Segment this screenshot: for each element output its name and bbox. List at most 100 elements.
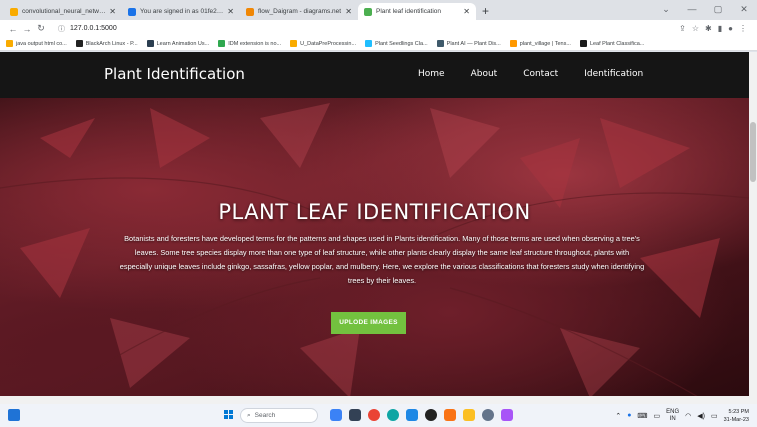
copilot-icon[interactable]: [330, 409, 342, 421]
browser-tab[interactable]: convolutional_neural_network.ip ✕: [4, 3, 122, 20]
site-brand[interactable]: Plant Identification: [104, 65, 245, 83]
browser-tab-strip: convolutional_neural_network.ip ✕ You ar…: [0, 0, 757, 20]
os-taskbar: ⌕ Search ⌃ ● ⌨ ▭ ENG IN ◠ ◀) ▭ 5:23 PM 3…: [0, 404, 757, 427]
site-navbar: Plant Identification Home About Contact …: [0, 52, 749, 98]
close-window-icon[interactable]: ✕: [731, 0, 757, 20]
maximize-icon[interactable]: ▢: [705, 0, 731, 20]
leaf-icon: [364, 7, 372, 16]
obs-icon[interactable]: [425, 409, 437, 421]
upload-images-button[interactable]: UPLODE IMAGES: [331, 312, 406, 334]
language-indicator[interactable]: ENG IN: [666, 409, 679, 423]
menu-icon[interactable]: ⋮: [739, 24, 747, 33]
tab-title: flow_Daigram - diagrams.net: [258, 8, 342, 15]
browser-toolbar: ← → ↻ ⓘ 127.0.0.1:5000 ⇪ ☆ ✱ ▮ ● ⋮: [0, 20, 757, 37]
widgets-icon[interactable]: [8, 409, 20, 421]
new-tab-icon[interactable]: +: [476, 3, 495, 20]
system-tray: ⌃ ● ⌨ ▭ ENG IN ◠ ◀) ▭ 5:23 PM 31-Mar-23: [615, 404, 757, 427]
forward-icon[interactable]: →: [20, 24, 34, 34]
bookmark-label: plant_village | Tens...: [519, 40, 571, 47]
windows-start-icon[interactable]: [224, 410, 234, 420]
bookmark-icon: [75, 40, 83, 47]
bookmark-label: BlackArch Linux - P...: [85, 40, 138, 47]
play-icon: [218, 40, 226, 47]
task-view-icon[interactable]: [349, 409, 361, 421]
battery-icon[interactable]: ▭: [711, 412, 718, 420]
colab-icon: [290, 40, 298, 47]
bookmark-label: U_DataPreProcessin...: [300, 40, 357, 47]
bookmark-icon: [436, 40, 444, 47]
toolbar-actions: ⇪ ☆ ✱ ▮ ● ⋮: [679, 24, 751, 33]
edge-icon[interactable]: [387, 409, 399, 421]
sidepanel-icon[interactable]: ▮: [718, 24, 722, 33]
close-icon[interactable]: ✕: [109, 7, 116, 16]
file-explorer-icon[interactable]: [463, 409, 475, 421]
close-icon[interactable]: ✕: [227, 7, 234, 16]
clock-time: 5:23 PM: [728, 408, 749, 415]
chrome-icon[interactable]: [368, 409, 380, 421]
bookmark-label: Leaf Plant Classifica...: [589, 40, 645, 47]
browser-tab[interactable]: You are signed in as 01fe21mcs ✕: [122, 3, 240, 20]
close-icon[interactable]: ✕: [345, 7, 352, 16]
tab-title: You are signed in as 01fe21mcs: [140, 8, 225, 15]
bookmark-label: Learn Animation Us...: [156, 40, 210, 47]
bookmark-item[interactable]: Learn Animation Us...: [146, 40, 210, 47]
clock[interactable]: 5:23 PM 31-Mar-23: [724, 408, 749, 424]
bookmark-item[interactable]: IDM extension is no...: [218, 40, 281, 47]
browser-tab-active[interactable]: Plant leaf identification ✕: [358, 3, 476, 20]
share-icon[interactable]: ⇪: [679, 24, 686, 33]
nav-about[interactable]: About: [471, 69, 498, 79]
bookmark-item[interactable]: Plant Seedlings Cla...: [365, 40, 428, 47]
address-text: 127.0.0.1:5000: [70, 25, 117, 32]
site-icon: [128, 7, 136, 16]
volume-icon[interactable]: ◀): [697, 412, 705, 420]
address-bar[interactable]: ⓘ 127.0.0.1:5000: [52, 22, 679, 35]
bookmark-item[interactable]: Plant AI — Plant Dis...: [436, 40, 501, 47]
extensions-icon[interactable]: ✱: [705, 24, 712, 33]
vlc-icon[interactable]: [444, 409, 456, 421]
lang-code: ENG: [666, 408, 680, 415]
bookmark-item[interactable]: plant_village | Tens...: [509, 40, 571, 47]
tensorflow-icon: [509, 40, 517, 47]
chevron-down-icon[interactable]: ⌄: [653, 0, 679, 20]
app-icon[interactable]: [501, 409, 513, 421]
bookmark-item[interactable]: BlackArch Linux - P...: [75, 40, 138, 47]
keyboard-icon[interactable]: ⌨: [637, 412, 647, 420]
bookmark-label: java output html co...: [16, 40, 67, 47]
taskbar-search[interactable]: ⌕ Search: [240, 408, 318, 423]
avatar[interactable]: ●: [728, 24, 733, 33]
star-icon[interactable]: ☆: [692, 24, 699, 33]
scrollbar-thumb[interactable]: [750, 122, 756, 182]
nav-home[interactable]: Home: [418, 69, 445, 79]
display-icon[interactable]: ▭: [654, 412, 661, 420]
researchgate-icon: [579, 40, 587, 47]
bookmark-icon: [146, 40, 154, 47]
kaggle-icon: [365, 40, 373, 47]
minimize-icon[interactable]: —: [679, 0, 705, 20]
vertical-scrollbar[interactable]: [749, 52, 757, 404]
drawio-icon: [246, 7, 254, 16]
browser-tab[interactable]: flow_Daigram - diagrams.net ✕: [240, 3, 358, 20]
app-tray-icon[interactable]: ●: [627, 412, 631, 419]
vscode-icon[interactable]: [406, 409, 418, 421]
nav-contact[interactable]: Contact: [523, 69, 558, 79]
horizontal-scrollbar[interactable]: [0, 396, 749, 404]
reload-icon[interactable]: ↻: [34, 23, 48, 34]
info-icon[interactable]: ⓘ: [58, 24, 65, 34]
bookmark-item[interactable]: U_DataPreProcessin...: [290, 40, 356, 47]
bookmark-item[interactable]: Leaf Plant Classifica...: [579, 40, 645, 47]
back-icon[interactable]: ←: [6, 24, 20, 34]
settings-icon[interactable]: [482, 409, 494, 421]
nav-identification[interactable]: Identification: [584, 69, 643, 79]
hero-description: Botanists and foresters have developed t…: [119, 234, 645, 285]
bookmark-label: IDM extension is no...: [228, 40, 282, 47]
hero-title: PLANT LEAF IDENTIFICATION: [218, 200, 531, 224]
tab-title: Plant leaf identification: [376, 8, 442, 15]
bookmark-label: Plant Seedlings Cla...: [375, 40, 428, 47]
close-icon[interactable]: ✕: [463, 7, 470, 16]
lang-region: IN: [669, 415, 676, 422]
bookmark-item[interactable]: java output html co...: [6, 40, 67, 47]
chevron-up-icon[interactable]: ⌃: [615, 412, 621, 420]
colab-icon: [10, 7, 18, 16]
wifi-icon[interactable]: ◠: [685, 412, 691, 420]
tab-title: convolutional_neural_network.ip: [22, 8, 107, 15]
